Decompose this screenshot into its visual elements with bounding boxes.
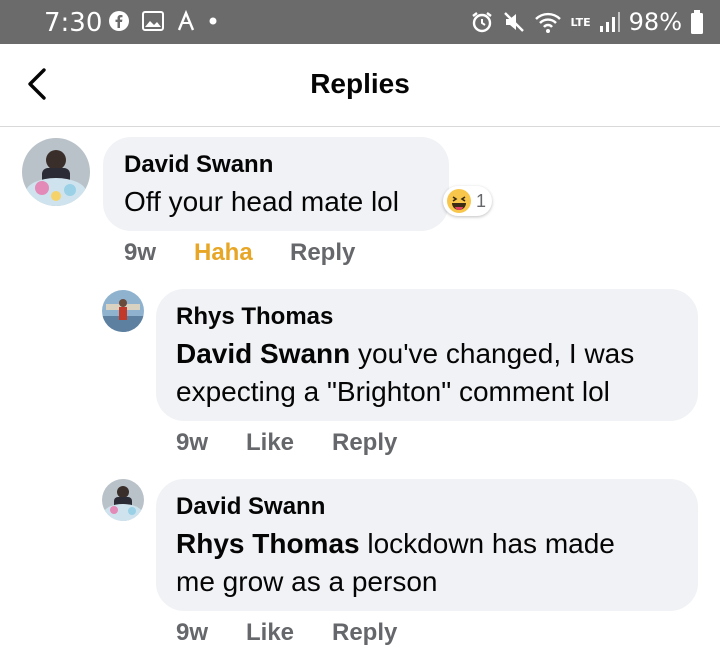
reply-text-line1: you've changed, I was <box>350 338 635 369</box>
battery-icon <box>691 10 703 34</box>
status-time: 7:30 <box>44 8 103 38</box>
avatar-photo <box>22 138 90 206</box>
reply-text: Rhys Thomas lockdown has made me grow as … <box>176 525 686 601</box>
avatar-david-swann[interactable] <box>22 138 90 206</box>
haha-reaction-button[interactable]: Haha <box>194 239 253 267</box>
lte-label: LTE <box>570 15 591 29</box>
reply-text-line2: expecting a "Brighton" comment lol <box>176 376 610 407</box>
comment-bubble[interactable]: David Swann Off your head mate lol <box>103 137 449 231</box>
reply-text-line2: me grow as a person <box>176 566 438 597</box>
reply-bubble[interactable]: Rhys Thomas David Swann you've changed, … <box>156 289 698 421</box>
reply-text: David Swann you've changed, I was expecti… <box>176 335 686 411</box>
status-bar: 7:30 LTE 98% <box>0 0 720 44</box>
reply-bubble[interactable]: David Swann Rhys Thomas lockdown has mad… <box>156 479 698 611</box>
reply-author[interactable]: David Swann <box>176 493 325 521</box>
reply-button[interactable]: Reply <box>290 239 355 267</box>
reply-button[interactable]: Reply <box>332 619 397 647</box>
avatar-photo <box>102 479 144 521</box>
replies-sheet: Replies David Swann Off your head mate l… <box>0 44 720 665</box>
like-button[interactable]: Like <box>246 429 294 457</box>
comment-author[interactable]: David Swann <box>124 151 273 179</box>
reply-author[interactable]: Rhys Thomas <box>176 303 333 331</box>
reaction-count: 1 <box>476 190 487 211</box>
comment-text: Off your head mate lol <box>124 186 399 217</box>
haha-emoji-icon <box>447 189 471 213</box>
avatar-rhys-thomas[interactable] <box>102 290 144 332</box>
reply-text-line1: lockdown has made <box>359 528 615 559</box>
wifi-icon <box>535 12 562 33</box>
signal-icon <box>599 12 620 32</box>
notification-icons <box>108 10 218 32</box>
alarm-icon <box>472 12 493 33</box>
page-title: Replies <box>310 68 410 99</box>
facebook-notification-icon <box>109 11 129 31</box>
gallery-notification-icon <box>142 11 164 31</box>
mention-tag[interactable]: David Swann <box>176 338 350 369</box>
reply-button[interactable]: Reply <box>332 429 397 457</box>
battery-percent: 98% <box>628 8 682 36</box>
reaction-badge[interactable]: 1 <box>443 186 493 216</box>
app-notification-icon <box>177 10 195 31</box>
reply-timestamp: 9w <box>176 429 209 456</box>
mention-tag[interactable]: Rhys Thomas <box>176 528 360 559</box>
like-button[interactable]: Like <box>246 619 294 647</box>
replies-header: Replies <box>0 44 720 127</box>
status-right: LTE 98% <box>470 8 704 36</box>
comment-timestamp: 9w <box>124 239 157 266</box>
mute-icon <box>504 12 525 32</box>
avatar-photo <box>102 290 144 332</box>
more-notifications-dot-icon <box>209 17 217 25</box>
reply-timestamp: 9w <box>176 619 209 646</box>
avatar-david-swann-small[interactable] <box>102 479 144 521</box>
